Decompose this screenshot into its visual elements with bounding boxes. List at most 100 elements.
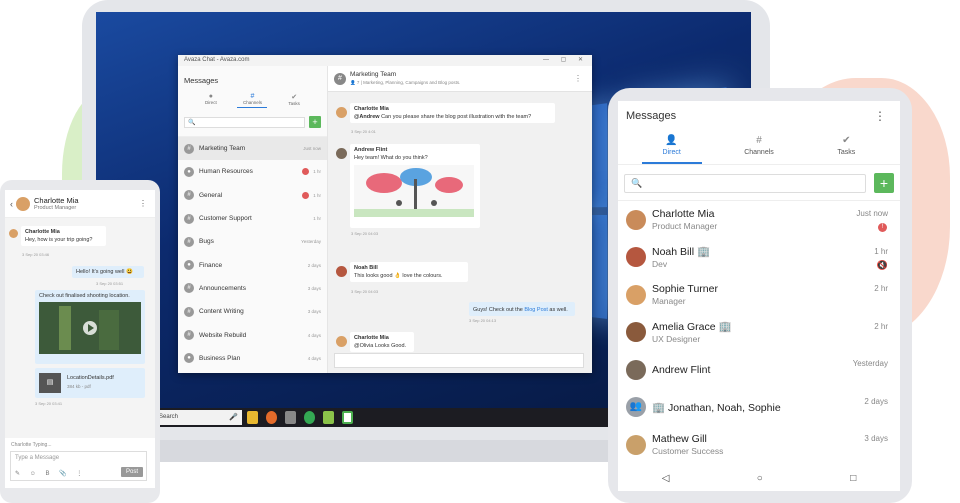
tab-direct[interactable]: 👤 Direct xyxy=(641,135,702,164)
tab-label: Channels xyxy=(744,149,774,156)
message-body: Looks Good. xyxy=(373,343,407,349)
blog-illustration-image[interactable] xyxy=(354,165,474,217)
home-nav-icon[interactable]: ○ xyxy=(757,473,763,484)
message-bubble: Andrew Flint Hey team! What do you think… xyxy=(350,144,480,228)
left-phone-screen: ‹ Charlotte Mia Product Manager ⋮ Charlo… xyxy=(5,190,155,488)
channel-item-announcements[interactable]: # Announcements 3 days xyxy=(178,277,327,300)
file-attachment[interactable]: ▤ LocationDetails.pdf 384 kb - pdf xyxy=(35,368,145,398)
message-timestamp: 3 Sep 20 03:51 xyxy=(96,281,124,286)
tab-label: Direct xyxy=(204,100,217,105)
search-input[interactable]: 🔍 xyxy=(624,173,866,193)
add-channel-button[interactable]: + xyxy=(309,116,321,128)
avatar xyxy=(336,148,347,159)
channel-name: Business Plan xyxy=(199,354,241,362)
message-list: Charlotte Mia Hey, how is your trip goin… xyxy=(5,218,155,438)
avatar xyxy=(336,107,347,118)
blog-post-link[interactable]: Blog Post xyxy=(524,307,548,313)
contact-item-sophie-turner[interactable]: Sophie Turner Manager 2 hr xyxy=(618,276,900,314)
microphone-icon[interactable]: 🎤 xyxy=(229,413,238,421)
message-body: Can you please share the blog post illus… xyxy=(379,114,532,120)
contact-time: 1 hr xyxy=(874,246,888,256)
contact-time: Yesterday xyxy=(852,359,888,368)
desktop-chat-window: Avaza Chat - Avaza.com — ▢ ✕ Messages ● D… xyxy=(178,55,592,373)
back-nav-icon[interactable]: ◁ xyxy=(662,473,670,484)
file-explorer-icon[interactable] xyxy=(247,411,258,424)
search-input[interactable]: 🔍 xyxy=(184,116,305,128)
tab-direct[interactable]: ● Direct xyxy=(196,93,226,108)
post-button[interactable]: Post xyxy=(120,467,143,477)
avatar xyxy=(336,266,347,277)
channel-name: Content Writing xyxy=(199,308,244,316)
message-timestamp: 3 Sep 20 04:13 xyxy=(469,318,497,323)
message-input-placeholder: Type a Message xyxy=(15,455,60,461)
add-conversation-button[interactable]: + xyxy=(874,173,894,193)
contact-item-amelia-grace[interactable]: Amelia Grace 🏢 UX Designer 2 hr xyxy=(618,314,900,352)
contact-name: Mathew Gill xyxy=(652,433,707,446)
more-menu-icon[interactable]: ⋮ xyxy=(874,109,886,123)
channel-name: Finance xyxy=(199,261,223,269)
tab-channels[interactable]: # Channels xyxy=(237,93,268,108)
avatar xyxy=(626,434,646,455)
calculator-icon[interactable] xyxy=(285,411,296,424)
contact-item-group-jonathan-noah-sophie[interactable]: 👥 🏢 Jonathan, Noah, Sophie 2 days xyxy=(618,389,900,427)
channel-item-general[interactable]: # General 1 hr xyxy=(178,184,327,207)
avatar xyxy=(336,336,347,347)
channel-time: 1 hr xyxy=(313,169,321,175)
avaza-icon[interactable] xyxy=(342,411,353,424)
message-input[interactable] xyxy=(334,353,584,368)
channel-item-content-writing[interactable]: # Content Writing 3 days xyxy=(178,300,327,323)
chrome-icon[interactable] xyxy=(304,411,315,424)
firefox-icon[interactable] xyxy=(266,411,277,424)
channel-item-customer-support[interactable]: # Customer Support 1 hr xyxy=(178,207,327,230)
message-timestamp: 3 Sep 20 04:03 xyxy=(351,289,379,294)
notes-icon[interactable] xyxy=(323,411,334,424)
channel-name: Customer Support xyxy=(199,215,252,223)
sender-name: Noah Bill xyxy=(354,265,378,271)
message-input[interactable]: Type a Message ✎ ☺ B 📎 ⋮ Post xyxy=(10,451,147,481)
taskbar-search[interactable]: Search 🎤 xyxy=(156,410,242,425)
channel-item-business-plan[interactable]: ● Business Plan 4 days xyxy=(178,347,327,370)
formatting-toolbar[interactable]: ✎ ☺ B 📎 ⋮ xyxy=(15,470,86,477)
avatar xyxy=(626,322,646,343)
avatar xyxy=(626,247,646,268)
message-timestamp: 3 Sep 20 04:03 xyxy=(351,231,379,236)
message-text: Guys! Check out the Blog Post as well. xyxy=(473,307,571,313)
channel-item-bugs[interactable]: # Bugs Yesterday xyxy=(178,230,327,253)
contact-time: Just now xyxy=(856,209,888,218)
back-icon[interactable]: ‹ xyxy=(10,199,13,209)
member-count: 7 xyxy=(356,80,360,85)
search-row: 🔍 + xyxy=(178,108,327,137)
mention: @Andrew xyxy=(354,114,380,120)
contact-item-noah-bill[interactable]: Noah Bill 🏢 Dev 1 hr 🔇 xyxy=(618,239,900,277)
video-thumbnail[interactable] xyxy=(39,302,141,354)
hash-icon: # xyxy=(184,330,194,341)
tab-tasks[interactable]: ✔ Tasks xyxy=(816,135,876,164)
tab-channels[interactable]: # Channels xyxy=(729,135,789,164)
sender-name: Charlotte Mia xyxy=(25,229,60,235)
more-menu-icon[interactable]: ⋮ xyxy=(139,199,147,208)
message-bubble: Charlotte Mia @Olivia Looks Good. xyxy=(350,332,414,352)
lock-icon: ● xyxy=(184,166,194,177)
window-controls[interactable]: — ▢ ✕ xyxy=(543,56,588,63)
more-menu-icon[interactable]: ⋮ xyxy=(574,74,582,83)
message-text: @Andrew Can you please share the blog po… xyxy=(354,114,551,120)
muted-icon: 🔇 xyxy=(876,259,888,270)
channel-item-finance[interactable]: ● Finance 2 days xyxy=(178,253,327,276)
tab-tasks[interactable]: ✔ Tasks xyxy=(279,93,309,108)
channel-item-human-resources[interactable]: ● Human Resources 1 hr xyxy=(178,160,327,183)
contact-name: Noah Bill 🏢 xyxy=(652,246,711,259)
group-icon: 👥 xyxy=(626,397,646,418)
page-title: Messages xyxy=(626,110,677,122)
contact-item-charlotte-mia[interactable]: Charlotte Mia Product Manager Just now ! xyxy=(618,201,900,239)
message-timestamp: 3 Sep 20 03:46 xyxy=(22,252,50,257)
message-text: Hello! It's going well 😃 xyxy=(76,269,133,275)
recents-nav-icon[interactable]: □ xyxy=(850,473,856,484)
channel-description: Marketing, Planning, Campaigns and Blog … xyxy=(363,80,461,85)
hash-icon: # xyxy=(184,283,194,294)
contact-item-andrew-flint[interactable]: Andrew Flint Yesterday xyxy=(618,351,900,389)
right-phone-screen: Messages ⋮ 👤 Direct # Channels ✔ Tasks 🔍… xyxy=(618,101,900,491)
channel-item-website-rebuild[interactable]: # Website Rebuild 4 days xyxy=(178,323,327,346)
contact-item-mathew-gill[interactable]: Mathew Gill Customer Success 3 days xyxy=(618,426,900,464)
check-circle-icon: ✔ xyxy=(291,94,298,101)
channel-item-marketing-team[interactable]: # Marketing Team Just now xyxy=(178,137,327,161)
